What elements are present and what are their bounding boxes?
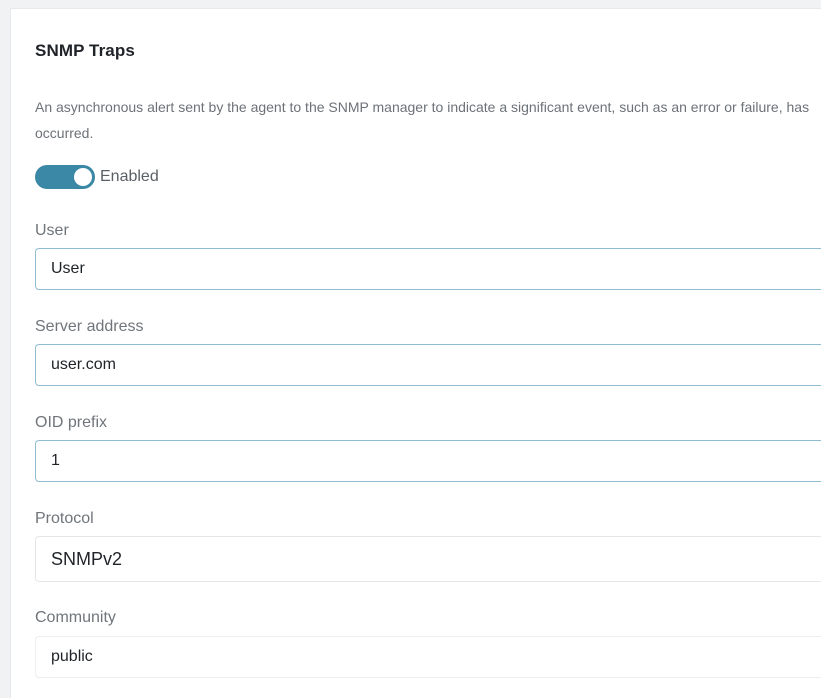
- toggle-knob: [74, 167, 92, 186]
- user-input[interactable]: User: [35, 248, 821, 290]
- community-input[interactable]: public: [35, 636, 821, 678]
- user-input-value: User: [51, 260, 85, 277]
- server-address-field-label: Server address: [35, 318, 144, 335]
- oid-prefix-field-label: OID prefix: [35, 414, 108, 431]
- protocol-field-label: Protocol: [35, 510, 94, 527]
- user-field-label: User: [35, 222, 69, 239]
- section-title: SNMP Traps: [35, 41, 135, 60]
- enabled-toggle[interactable]: [35, 164, 95, 189]
- section-description: An asynchronous alert sent by the agent …: [35, 99, 810, 141]
- protocol-select[interactable]: SNMPv2: [35, 536, 821, 582]
- enabled-toggle-label: Enabled: [100, 167, 159, 185]
- protocol-select-value: SNMPv2: [51, 548, 123, 569]
- enabled-toggle-row[interactable]: Enabled: [35, 164, 159, 189]
- oid-prefix-input[interactable]: 1: [35, 440, 821, 482]
- snmp-traps-panel: SNMP Traps An asynchronous alert sent by…: [10, 8, 821, 698]
- server-address-input-value: user.com: [51, 356, 116, 373]
- community-field-label: Community: [35, 609, 116, 626]
- oid-prefix-input-value: 1: [51, 452, 60, 469]
- community-input-value: public: [51, 648, 93, 665]
- server-address-input[interactable]: user.com: [35, 344, 821, 386]
